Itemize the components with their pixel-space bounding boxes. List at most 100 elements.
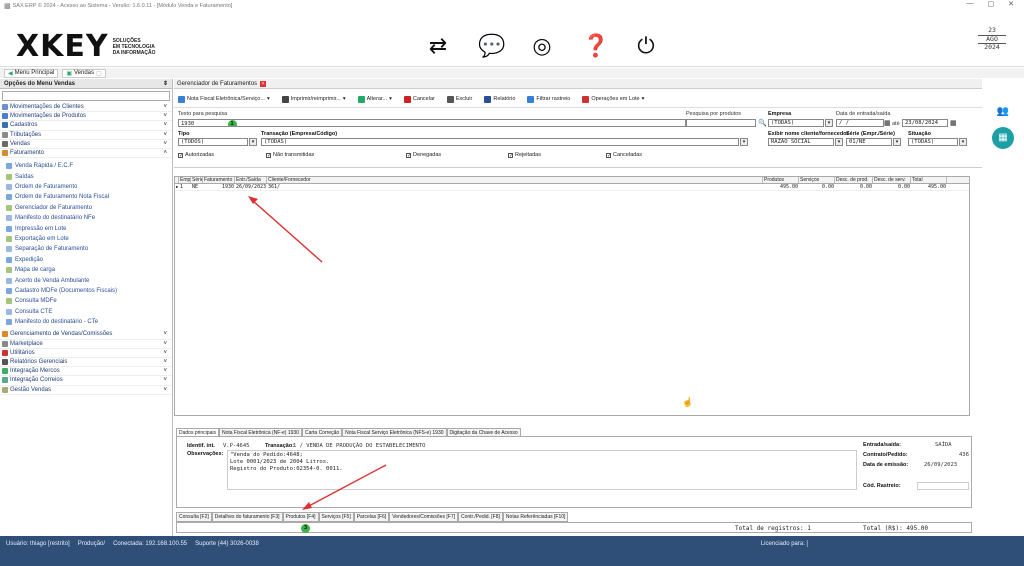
exibir-select[interactable]: RAZÃO SOCIAL [768, 138, 834, 146]
column-header[interactable]: Total [911, 177, 947, 183]
bottom-tab[interactable]: Serviços [F5] [318, 512, 354, 522]
checkbox-checked-icon[interactable]: ✓ [508, 152, 513, 158]
chevron-down-icon[interactable]: ˄ [163, 150, 167, 156]
chevron-down-icon[interactable]: ˅ [163, 113, 167, 119]
checkbox-checked-icon[interactable]: ✓ [266, 152, 271, 158]
chevron-down-icon[interactable]: ˅ [163, 331, 167, 337]
checkbox-checked-icon[interactable]: ✓ [406, 152, 411, 158]
chevron-down-icon[interactable]: ˅ [163, 359, 167, 365]
transacao-select[interactable]: (TODAS) [261, 138, 739, 146]
calendar-icon[interactable]: ▦ [950, 119, 957, 127]
toolbar-button[interactable]: Nota Fiscal Eletrônica/Serviço... ▾ [178, 95, 270, 103]
menu-subitem[interactable]: Expedição [0, 255, 172, 265]
menu-subitem[interactable]: Manifesto do destinatário - CTe [0, 317, 172, 327]
column-header[interactable]: Faturamento [203, 177, 235, 183]
toolbar-button[interactable]: Filtrar rastreio [527, 95, 570, 103]
chevron-down-icon[interactable]: ˅ [163, 368, 167, 374]
menu-subitem[interactable]: Mapa de carga [0, 265, 172, 275]
menu-group-item[interactable]: Relatórios Gerenciais ˅ [0, 358, 172, 368]
chevron-down-icon[interactable]: ˅ [163, 122, 167, 128]
filter-checkbox[interactable]: ✓ Denegadas [406, 152, 441, 158]
toolbar-button[interactable]: Relatório [484, 95, 515, 103]
close-tab-icon[interactable]: ▢ [96, 70, 102, 77]
close-panel-icon[interactable]: × [260, 80, 267, 87]
chevron-down-icon[interactable]: ▾ [642, 96, 645, 102]
menu-group-item[interactable]: Marketplace ˅ [0, 340, 172, 349]
tab-menu-principal[interactable]: ◀ Menu Principal [4, 68, 59, 78]
rastreio-input[interactable] [917, 482, 969, 490]
chevron-down-icon[interactable]: ˅ [163, 132, 167, 138]
product-search-input[interactable] [686, 119, 756, 127]
chevron-down-icon[interactable]: ˅ [163, 104, 167, 110]
chat-icon[interactable]: 💬 [478, 35, 505, 57]
bottom-tab[interactable]: Vendedores/Comissões [F7] [389, 512, 458, 522]
menu-group-item[interactable]: Faturamento ˄ [0, 149, 172, 159]
chevron-down-icon[interactable]: ▾ [740, 138, 748, 146]
menu-group-item[interactable]: Movimentações de Clientes ˅ [0, 103, 172, 113]
situacao-select[interactable]: (TODAS) [908, 138, 958, 146]
chevron-down-icon[interactable]: ▾ [959, 138, 967, 146]
menu-subitem[interactable]: Consulta CTE [0, 307, 172, 317]
date-to-input[interactable]: 23/08/2024 [902, 119, 948, 127]
toolbar-button[interactable]: Excluir [446, 95, 472, 103]
chevron-down-icon[interactable]: ˅ [163, 377, 167, 383]
menu-subitem[interactable]: Separação de Faturamento [0, 244, 172, 254]
chevron-down-icon[interactable]: ▾ [825, 119, 833, 127]
collapse-icon[interactable]: ⇕ [163, 80, 168, 87]
menu-subitem[interactable]: Acerto de Venda Ambulante [0, 275, 172, 285]
tipo-select[interactable]: (TODOS) [178, 138, 248, 146]
menu-subitem[interactable]: Manifesto do destinatário NFe [0, 213, 172, 223]
menu-subitem[interactable]: Ordem de Faturamento Nota Fiscal [0, 192, 172, 202]
calendar-icon[interactable]: ▦ [884, 119, 891, 127]
menu-group-item[interactable]: Gestão Vendas ˅ [0, 386, 172, 395]
column-header[interactable]: Série [191, 177, 203, 183]
menu-subitem[interactable]: Exportação em Lote [0, 234, 172, 244]
empresa-select[interactable]: (TODAS) [768, 119, 824, 127]
chevron-down-icon[interactable]: ˅ [163, 350, 167, 356]
menu-group-item[interactable]: Vendas ˅ [0, 140, 172, 149]
serie-select[interactable]: 01/NE [846, 138, 892, 146]
table-row[interactable]: ▶ 1 NE 1930 26/09/2023 361/495.00 0.00 0.00 0.00… [175, 184, 969, 191]
chevron-down-icon[interactable]: ▾ [893, 138, 901, 146]
bottom-tab[interactable]: Notas Referênciadas [F10] [502, 512, 569, 522]
chevron-down-icon[interactable]: ˅ [163, 141, 167, 147]
search-text-input[interactable]: 1930 1 [178, 119, 686, 127]
toolbar-button[interactable]: Operações em Lote ▾ [582, 95, 645, 103]
toolbar-button[interactable]: Cancelar [403, 95, 435, 103]
menu-search-input[interactable] [2, 91, 170, 101]
column-header[interactable]: Desc. de serv. [873, 177, 911, 183]
toolbar-button[interactable]: Alterar... ▾ [357, 95, 392, 103]
chevron-down-icon[interactable]: ▾ [249, 138, 257, 146]
column-header[interactable]: Cliente/Fornecedor [267, 177, 763, 183]
binoculars-icon[interactable]: 🔍 [758, 119, 767, 127]
minimize-button[interactable]: — [967, 0, 974, 8]
chevron-down-icon[interactable]: ▾ [267, 96, 270, 102]
checkbox-checked-icon[interactable]: ✓ [178, 152, 183, 158]
bottom-tab[interactable]: Detalhes do faturamento [F3] [211, 512, 283, 522]
chevron-down-icon[interactable]: ▾ [389, 96, 392, 102]
column-header[interactable]: Serviços [799, 177, 835, 183]
menu-group-item[interactable]: Movimentações de Produtos ˅ [0, 112, 172, 122]
menu-subitem[interactable]: Cadastro MDFe (Documentos Fiscais) [0, 286, 172, 296]
menu-subitem[interactable]: Saídas [0, 172, 172, 182]
menu-subitem[interactable]: Venda Rápida / E.C.F [0, 161, 172, 171]
people-icon[interactable]: 👥 [992, 101, 1014, 123]
chevron-down-icon[interactable]: ▾ [343, 96, 346, 102]
maximize-button[interactable]: ▢ [988, 0, 995, 8]
date-from-input[interactable]: / / [836, 119, 884, 127]
menu-group-item[interactable]: Integração Correios ˅ [0, 376, 172, 386]
column-header[interactable]: Emp. [179, 177, 191, 183]
help-icon[interactable]: ❓ [582, 35, 609, 57]
obs-textarea[interactable]: "Venda do Pedido:4648; Lote 0001/2023 de… [227, 450, 857, 490]
filter-checkbox[interactable]: ✓ Canceladas [606, 152, 642, 158]
calendar-shortcut-icon[interactable]: ▦ [992, 127, 1014, 149]
menu-subitem[interactable]: Impressão em Lote [0, 223, 172, 233]
menu-subitem[interactable]: Ordem de Faturamento [0, 182, 172, 192]
close-button[interactable]: ✕ [1008, 0, 1014, 8]
menu-subitem[interactable]: Gerenciador de Faturamento [0, 203, 172, 213]
bottom-tab[interactable]: Parcelas [F6] [353, 512, 390, 522]
chevron-down-icon[interactable]: ˅ [163, 341, 167, 347]
power-icon[interactable]: ⏻ [634, 35, 658, 57]
menu-group-item[interactable]: Integração Mercos ˅ [0, 367, 172, 377]
menu-subitem[interactable]: Consulta MDFe [0, 296, 172, 306]
